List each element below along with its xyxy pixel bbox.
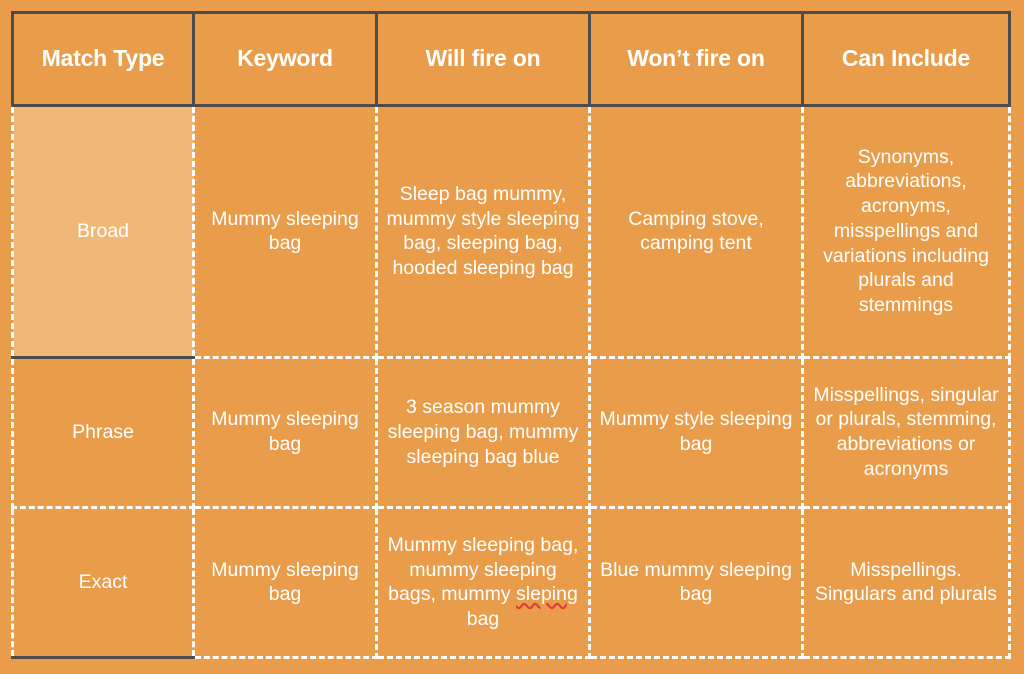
will-fire-on-text-after: bag — [466, 608, 500, 631]
can-include-cell-phrase: Misspellings, singular or plurals, stemm… — [801, 355, 1011, 509]
will-fire-on-cell-phrase: 3 season mummy sleeping bag, mummy sleep… — [375, 355, 591, 509]
column-header-will-fire-on: Will fire on — [375, 11, 591, 107]
table-header-row: Match Type Keyword Will fire on Won’t fi… — [11, 11, 1011, 107]
will-fire-on-cell-broad: Sleep bag mummy, mummy style sleeping ba… — [375, 104, 591, 359]
table-row: Broad Mummy sleeping bag Sleep bag mummy… — [11, 104, 1011, 359]
column-header-keyword: Keyword — [192, 11, 378, 107]
match-type-table-container: Match Type Keyword Will fire on Won’t fi… — [11, 11, 1011, 660]
table-row: Phrase Mummy sleeping bag 3 season mummy… — [11, 355, 1011, 509]
wont-fire-on-cell-broad: Camping stove, camping tent — [588, 104, 804, 359]
can-include-cell-exact: Misspellings. Singulars and plurals — [801, 505, 1011, 660]
keyword-cell-phrase: Mummy sleeping bag — [192, 355, 378, 509]
match-type-cell-broad[interactable]: Broad — [11, 104, 195, 359]
wont-fire-on-cell-phrase: Mummy style sleeping bag — [588, 355, 804, 509]
column-header-wont-fire-on: Won’t fire on — [588, 11, 804, 107]
match-type-cell-phrase[interactable]: Phrase — [11, 355, 195, 509]
can-include-cell-broad: Synonyms, abbreviations, acronyms, missp… — [801, 104, 1011, 359]
column-header-match-type: Match Type — [11, 11, 195, 107]
match-type-table: Match Type Keyword Will fire on Won’t fi… — [11, 11, 1011, 660]
keyword-cell-exact: Mummy sleeping bag — [192, 505, 378, 660]
table-row: Exact Mummy sleeping bag Mummy sleeping … — [11, 505, 1011, 660]
misspelled-word: sleping — [516, 583, 578, 606]
wont-fire-on-cell-exact: Blue mummy sleeping bag — [588, 505, 804, 660]
keyword-cell-broad: Mummy sleeping bag — [192, 104, 378, 359]
will-fire-on-cell-exact: Mummy sleeping bag, mummy sleeping bags,… — [375, 505, 591, 660]
column-header-can-include: Can Include — [801, 11, 1011, 107]
match-type-cell-exact[interactable]: Exact — [11, 505, 195, 660]
